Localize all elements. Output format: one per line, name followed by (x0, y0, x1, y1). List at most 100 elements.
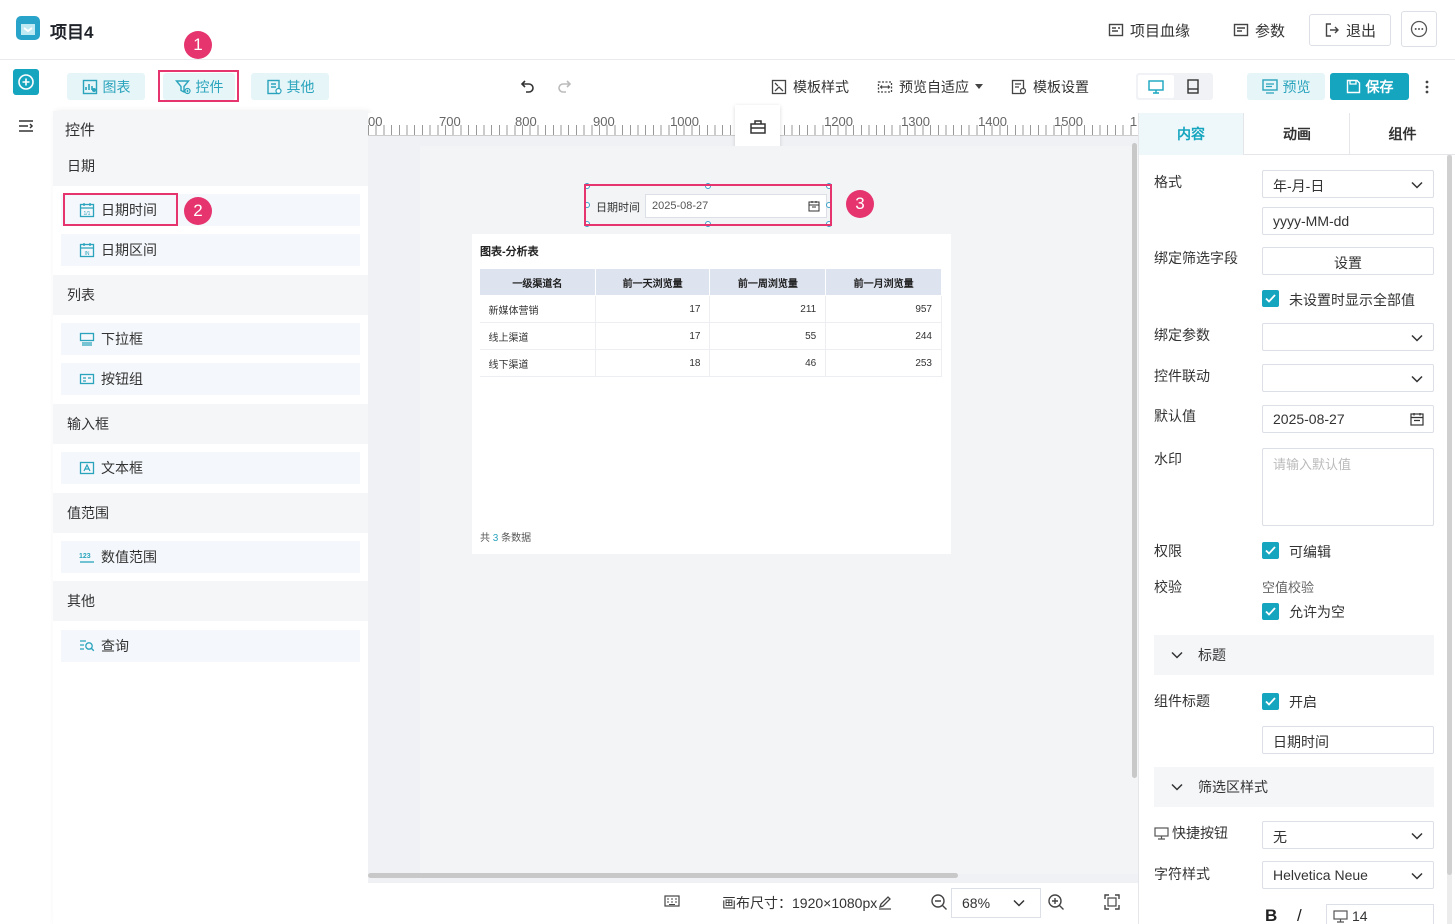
template-style-button[interactable]: 模板样式 (771, 75, 849, 99)
bind-param-select[interactable] (1262, 323, 1434, 351)
exit-icon (1324, 22, 1340, 38)
font-family-value: Helvetica Neue (1273, 867, 1368, 883)
preview-fit-dropdown[interactable]: 预览自适应 (877, 75, 983, 99)
table-cell: 244 (825, 322, 942, 350)
component-toolbox-button[interactable] (735, 105, 780, 148)
control-item-query[interactable]: 查询 (61, 630, 360, 662)
comp-title-value: 日期时间 (1273, 734, 1329, 750)
fit-to-screen-icon[interactable] (1104, 894, 1120, 910)
exit-button[interactable]: 退出 (1309, 14, 1391, 46)
chevron-down-icon (1170, 649, 1184, 661)
tab-other[interactable]: 其他 (251, 73, 329, 100)
zoom-select[interactable]: 68% (951, 888, 1041, 918)
default-value-input[interactable]: 2025-08-27 (1262, 405, 1434, 433)
show-all-checkbox[interactable] (1262, 290, 1279, 307)
filter-style-section-header[interactable]: 筛选区样式 (1154, 767, 1434, 807)
plus-circle-icon (17, 73, 35, 91)
undo-icon[interactable] (519, 77, 537, 95)
default-value-label: 默认值 (1154, 408, 1196, 424)
chevron-down-icon (1410, 830, 1424, 842)
device-toggle (1136, 73, 1213, 100)
dropdown-icon (79, 331, 95, 347)
params-icon (1233, 22, 1249, 38)
control-item-label: 文本框 (101, 460, 143, 476)
control-item-label: 下拉框 (101, 331, 143, 347)
save-label: 保存 (1365, 78, 1394, 95)
properties-scrollbar[interactable] (1447, 155, 1452, 875)
control-item-textbox[interactable]: 文本框 (61, 452, 360, 484)
tab-content[interactable]: 内容 (1139, 113, 1244, 155)
canvas-size-label: 画布尺寸：1920×1080px (722, 895, 878, 911)
control-item-dropdown[interactable]: 下拉框 (61, 323, 360, 355)
more-options-button[interactable] (1401, 11, 1437, 47)
table-cell: 线上渠道 (479, 322, 596, 350)
bind-filter-settings-button[interactable]: 设置 (1262, 247, 1434, 275)
watermark-label: 水印 (1154, 451, 1182, 467)
table-row: 线上渠道 17 55 244 (479, 322, 942, 350)
add-component-button[interactable] (13, 69, 39, 95)
zoom-out-icon[interactable] (930, 893, 948, 911)
bold-button[interactable]: B (1265, 906, 1277, 924)
control-item-number-range[interactable]: 123 数值范围 (61, 541, 360, 573)
format-pattern-input[interactable]: yyyy-MM-dd (1262, 207, 1434, 235)
vertical-scrollbar[interactable] (1132, 143, 1137, 778)
table-cell: 55 (709, 322, 827, 350)
analysis-table-card[interactable]: 图表-分析表 一级渠道名 前一天浏览量 前一周浏览量 前一月浏览量 新媒体营销 … (472, 234, 951, 554)
comp-title-checkbox[interactable] (1262, 693, 1279, 710)
format-select[interactable]: 年-月-日 (1262, 170, 1434, 198)
section-list: 列表 (53, 275, 368, 315)
quick-button-select[interactable]: 无 (1262, 821, 1434, 849)
horizontal-scrollbar[interactable] (368, 873, 958, 878)
comp-title-input[interactable]: 日期时间 (1262, 726, 1434, 754)
ruler-label: 1200 (824, 114, 853, 129)
font-size-input[interactable]: 14 (1326, 904, 1434, 924)
desktop-view-button[interactable] (1138, 75, 1174, 98)
allow-empty-checkbox[interactable] (1262, 603, 1279, 620)
control-item-label: 查询 (101, 638, 129, 654)
validation-label: 校验 (1154, 579, 1182, 595)
table-footer: 共 3 条数据 (480, 529, 531, 544)
table-header-row: 一级渠道名 前一天浏览量 前一周浏览量 前一月浏览量 (479, 268, 942, 296)
button-group-icon (79, 371, 95, 387)
tab-chart[interactable]: 图表 (67, 73, 145, 100)
italic-button[interactable]: / (1297, 906, 1302, 924)
preview-button[interactable]: 预览 (1247, 73, 1325, 100)
linkage-select[interactable] (1262, 364, 1434, 392)
mobile-icon (1187, 79, 1199, 94)
keyboard-icon[interactable] (664, 895, 680, 907)
status-bar: 画布尺寸：1920×1080px 68% (368, 883, 1138, 924)
params-button[interactable]: 参数 (1233, 14, 1285, 46)
chevron-down-icon (1410, 373, 1424, 385)
caret-down-icon (975, 84, 983, 90)
table-header-cell: 前一周浏览量 (709, 268, 827, 296)
mobile-view-button[interactable] (1175, 75, 1211, 98)
allow-empty-label: 允许为空 (1289, 604, 1345, 620)
font-family-select[interactable]: Helvetica Neue (1262, 861, 1434, 889)
redo-icon[interactable] (555, 77, 573, 95)
other-icon (266, 79, 282, 95)
toolbar-more-button[interactable] (1420, 76, 1434, 98)
editable-checkbox[interactable] (1262, 542, 1279, 559)
edit-pencil-icon[interactable] (877, 894, 893, 910)
control-item-daterange[interactable]: IN 日期区间 (61, 234, 360, 266)
format-value: 年-月-日 (1273, 178, 1325, 194)
properties-panel: 内容 动画 组件 格式 年-月-日 yyyy-MM-dd 绑定筛选字段 设置 未… (1138, 113, 1455, 924)
watermark-textarea[interactable]: 请输入默认值 (1262, 448, 1434, 526)
lineage-icon (1108, 22, 1124, 38)
save-button[interactable]: 保存 (1330, 73, 1409, 100)
title-section-header[interactable]: 标题 (1154, 635, 1434, 675)
tab-component[interactable]: 组件 (1350, 113, 1455, 155)
number-range-icon: 123 (79, 549, 95, 565)
tab-animation[interactable]: 动画 (1245, 113, 1350, 155)
section-other: 其他 (53, 581, 368, 621)
zoom-in-icon[interactable] (1047, 893, 1065, 911)
font-style-label: 字符样式 (1154, 866, 1210, 882)
ruler-label: 700 (439, 114, 461, 129)
chevron-down-icon (1170, 781, 1184, 793)
template-settings-button[interactable]: 模板设置 (1011, 75, 1089, 99)
project-lineage-button[interactable]: 项目血缘 (1108, 14, 1190, 46)
font-size-value: 14 (1352, 908, 1368, 924)
control-item-button-group[interactable]: 按钮组 (61, 363, 360, 395)
monitor-icon (1333, 909, 1348, 923)
outline-list-icon[interactable] (18, 119, 34, 133)
